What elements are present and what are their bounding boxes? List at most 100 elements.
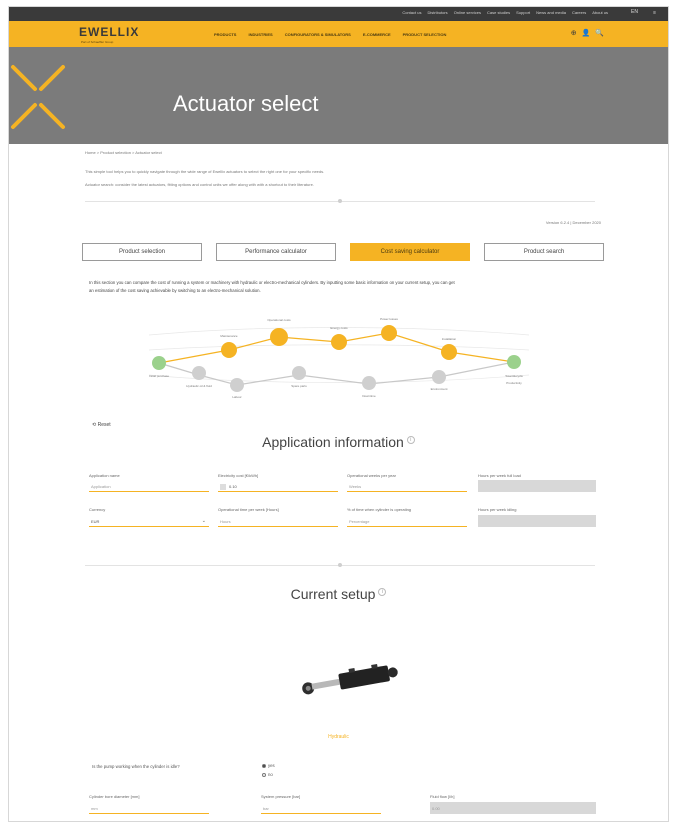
user-icon[interactable]: 👤	[582, 29, 591, 37]
utility-links: Contact us Distributors Online services …	[402, 10, 608, 15]
utility-link[interactable]: Support	[516, 10, 530, 15]
diagram-label: Power losses	[380, 317, 398, 321]
radio-yes[interactable]: yes	[262, 763, 275, 768]
field-label: Hours per week full load	[478, 473, 521, 478]
utility-link[interactable]: About us	[592, 10, 608, 15]
logo-tagline: Part of Schaeffler Group	[81, 40, 114, 44]
field-label: Cylinder bore diameter [mm]	[89, 794, 140, 799]
nav-item-ecommerce[interactable]: E-COMMERCE	[363, 32, 391, 37]
menu-icon[interactable]: ≡	[653, 10, 656, 16]
diagram-label: Environment	[431, 387, 448, 391]
tab-performance-calculator[interactable]: Performance calculator	[216, 243, 336, 261]
currency-icon	[220, 484, 226, 490]
hydraulic-cylinder-image	[302, 664, 398, 695]
start-node-icon	[152, 356, 166, 370]
radio-label: yes	[268, 763, 275, 768]
bore-diameter-input[interactable]: mm	[89, 802, 209, 814]
operating-percentage-input[interactable]: Percentage	[347, 515, 467, 527]
diagram-nodes	[152, 325, 521, 392]
application-title-text: Application information	[262, 434, 404, 450]
section-description: an estimation of the cost saving achieva…	[89, 288, 261, 293]
nav-item-product-selection[interactable]: PRODUCT SELECTION	[403, 32, 447, 37]
fluid-flow-output: 0.00	[430, 802, 596, 814]
logo-text: EWELLIX	[79, 25, 140, 39]
node-icon	[362, 376, 376, 390]
search-icon[interactable]: 🔍	[595, 29, 604, 37]
radio-unselected-icon	[262, 772, 266, 777]
field-label: Operational weeks per year	[347, 473, 396, 478]
currency-value: EUR	[91, 519, 100, 524]
field-label: % of time when cylinder is operating	[347, 507, 412, 512]
system-pressure-input[interactable]: bar	[261, 802, 381, 814]
utility-link[interactable]: Contact us	[402, 10, 421, 15]
browser-page: Contact us Distributors Online services …	[8, 6, 669, 822]
diagram-label: Spare parts	[291, 384, 307, 388]
hours-idling-output	[478, 515, 596, 527]
application-name-input[interactable]: Application	[89, 480, 209, 492]
x-logo-mark-icon	[11, 65, 65, 129]
diagram-label: Maintenance	[220, 334, 238, 338]
divider-dot	[338, 563, 342, 567]
electricity-cost-input[interactable]: 0.10	[218, 480, 338, 492]
node-icon	[381, 325, 397, 341]
current-setup-title-text: Current setup	[290, 586, 376, 602]
utility-link[interactable]: Distributors	[427, 10, 447, 15]
page-title: Actuator select	[173, 91, 319, 116]
radio-no[interactable]: no	[262, 772, 273, 777]
currency-select[interactable]: EUR ⌄	[89, 515, 209, 527]
main-nav: PRODUCTS INDUSTRIES CONFIGURATORS & SIMU…	[214, 32, 446, 37]
field-label: Hours per week idling	[478, 507, 517, 512]
end-node-icon	[507, 355, 521, 369]
info-icon[interactable]: i	[406, 436, 415, 445]
reset-label: Reset	[97, 422, 111, 428]
globe-icon[interactable]: ⊕	[571, 29, 577, 37]
nav-item-industries[interactable]: INDUSTRIES	[248, 32, 272, 37]
node-icon	[331, 334, 347, 350]
node-icon	[292, 366, 306, 380]
electricity-cost-value: 0.10	[229, 484, 237, 490]
utility-bar: Contact us Distributors Online services …	[9, 7, 668, 21]
diagram-label: Initial purchase	[149, 374, 170, 378]
node-icon	[270, 328, 288, 346]
reset-button[interactable]: ⟲ Reset	[92, 422, 111, 428]
radio-label: no	[268, 772, 273, 777]
field-label: Electricity cost [€/kWh]	[218, 473, 259, 478]
cost-saving-diagram: Maintenance Operational costs Energy cos…	[149, 317, 530, 399]
diagram-label: Labour	[232, 395, 241, 399]
section-title-application: Application information i	[9, 434, 668, 450]
diagram-label: Energy costs	[330, 326, 348, 330]
operational-weeks-input[interactable]: Weeks	[347, 480, 467, 492]
diagram-label: Productivity	[506, 381, 522, 385]
operational-time-input[interactable]: Hours	[218, 515, 338, 527]
info-icon[interactable]: i	[378, 588, 387, 597]
diagram-label: Total lifecycle	[505, 374, 523, 378]
tab-product-selection[interactable]: Product selection	[82, 243, 202, 261]
ewellix-logo[interactable]: EWELLIX	[79, 25, 139, 39]
nav-item-configurators[interactable]: CONFIGURATORS & SIMULATORS	[285, 32, 351, 37]
diagram-label: Operational costs	[267, 318, 291, 322]
utility-link[interactable]: Online services	[454, 10, 481, 15]
language-selector[interactable]: EN	[631, 9, 638, 15]
field-label: Currency	[89, 507, 106, 512]
main-header: EWELLIX Part of Schaeffler Group PRODUCT…	[9, 21, 668, 47]
cylinder-type-label: Hydraulic	[328, 734, 349, 740]
utility-link[interactable]: News and media	[536, 10, 566, 15]
diagram-label: Hydraulic oil & fluid	[186, 384, 212, 388]
nav-item-products[interactable]: PRODUCTS	[214, 32, 236, 37]
pump-question: Is the pump working when the cylinder is…	[92, 764, 180, 769]
utility-link[interactable]: Careers	[572, 10, 586, 15]
tab-product-search[interactable]: Product search	[484, 243, 604, 261]
node-icon	[230, 378, 244, 392]
node-icon	[221, 342, 237, 358]
field-label: Fluid flow [l/h]	[430, 794, 455, 799]
utility-link[interactable]: Case studies	[487, 10, 510, 15]
breadcrumb[interactable]: Home > Product selection > Actuator sele…	[85, 150, 162, 155]
divider-dot	[338, 199, 342, 203]
field-label: Application name	[89, 473, 120, 478]
field-label: System pressure [bar]	[261, 794, 301, 799]
intro-text: Actuator search: consider the latest act…	[85, 182, 314, 187]
tab-cost-saving-calculator[interactable]: Cost saving calculator	[350, 243, 470, 261]
radio-selected-icon	[262, 763, 266, 768]
header-icons: ⊕ 👤 🔍	[571, 29, 604, 37]
field-label: Operational time per week [Hours]	[218, 507, 279, 512]
